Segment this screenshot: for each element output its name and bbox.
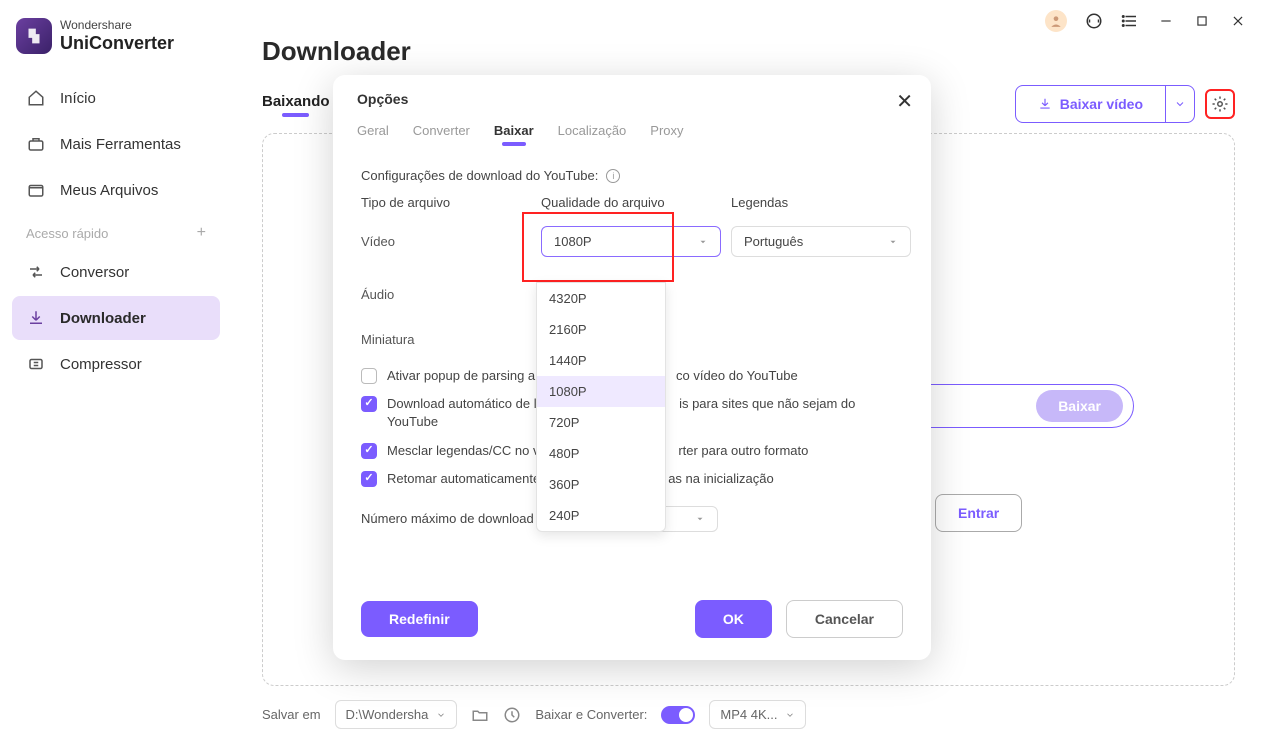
- download-button-label: Baixar vídeo: [1060, 96, 1143, 112]
- sidebar-item-label: Downloader: [60, 310, 146, 327]
- sidebar-item-label: Início: [60, 90, 96, 107]
- titlebar: [232, 0, 1265, 36]
- quick-access-label: Acesso rápido: [26, 226, 108, 241]
- row-video-label: Vídeo: [361, 234, 531, 249]
- format-value: MP4 4K...: [720, 707, 777, 722]
- sidebar-item-label: Conversor: [60, 264, 129, 281]
- section-title: Configurações de download do YouTube:: [361, 168, 598, 183]
- toolbox-icon: [26, 134, 46, 154]
- modal-title: Opções: [357, 91, 907, 107]
- bottom-bar: Salvar em D:\Wondersha Baixar e Converte…: [232, 686, 1265, 747]
- page-title: Downloader: [262, 36, 1235, 67]
- save-path-select[interactable]: D:\Wondersha: [335, 700, 458, 729]
- modal-tab-download[interactable]: Baixar: [494, 123, 534, 146]
- modal-tab-proxy[interactable]: Proxy: [650, 123, 683, 146]
- col-quality: Qualidade do arquivo: [541, 195, 721, 214]
- quality-option[interactable]: 720P: [537, 407, 665, 438]
- modal-tab-general[interactable]: Geral: [357, 123, 389, 146]
- checkbox-icon: [361, 471, 377, 487]
- logo-icon: [16, 18, 52, 54]
- tab-downloading[interactable]: Baixando: [262, 93, 330, 116]
- product-name: UniConverter: [60, 33, 174, 54]
- checkbox-icon: [361, 443, 377, 459]
- checkbox-icon: [361, 396, 377, 412]
- sidebar-item-label: Compressor: [60, 356, 142, 373]
- modal-close-button[interactable]: ✕: [896, 89, 913, 114]
- chevron-down-icon: [698, 237, 708, 247]
- checkbox-icon: [361, 368, 377, 384]
- menu-list-icon[interactable]: [1121, 12, 1139, 30]
- sidebar-item-compressor[interactable]: Compressor: [12, 342, 220, 386]
- convert-label: Baixar e Converter:: [535, 707, 647, 722]
- max-download-label: Número máximo de download: [361, 511, 534, 526]
- sidebar-item-label: Mais Ferramentas: [60, 136, 181, 153]
- video-quality-select[interactable]: 1080P: [541, 226, 721, 257]
- home-icon: [26, 88, 46, 108]
- video-quality-value: 1080P: [554, 234, 592, 249]
- download-dropdown-toggle[interactable]: [1165, 86, 1194, 122]
- cancel-button[interactable]: Cancelar: [786, 600, 903, 638]
- quality-option[interactable]: 4320P: [537, 283, 665, 314]
- app-logo: Wondershare UniConverter: [12, 18, 220, 54]
- sidebar-item-label: Meus Arquivos: [60, 182, 158, 199]
- save-label: Salvar em: [262, 707, 321, 722]
- compress-icon: [26, 354, 46, 374]
- sidebar-item-downloader[interactable]: Downloader: [12, 296, 220, 340]
- minimize-button[interactable]: [1157, 12, 1175, 30]
- save-path-value: D:\Wondersha: [346, 707, 429, 722]
- format-select[interactable]: MP4 4K...: [709, 700, 806, 729]
- subtitle-language-select[interactable]: Português: [731, 226, 911, 257]
- download-video-button[interactable]: Baixar vídeo: [1015, 85, 1195, 123]
- login-button[interactable]: Entrar: [935, 494, 1022, 532]
- info-icon[interactable]: i: [606, 169, 620, 183]
- convert-toggle[interactable]: [661, 706, 695, 724]
- quality-option[interactable]: 2160P: [537, 314, 665, 345]
- close-button[interactable]: [1229, 12, 1247, 30]
- modal-tabs: Geral Converter Baixar Localização Proxy: [333, 115, 931, 152]
- download-icon: [26, 308, 46, 328]
- chevron-down-icon: [785, 710, 795, 720]
- download-arrow-icon: [1038, 97, 1052, 111]
- brand-name: Wondershare: [60, 19, 174, 33]
- quality-option[interactable]: 360P: [537, 469, 665, 500]
- modal-tab-convert[interactable]: Converter: [413, 123, 470, 146]
- sidebar-item-files[interactable]: Meus Arquivos: [12, 168, 220, 212]
- options-modal: Opções ✕ Geral Converter Baixar Localiza…: [333, 75, 931, 660]
- settings-button[interactable]: [1205, 89, 1235, 119]
- quality-option[interactable]: 480P: [537, 438, 665, 469]
- go-download-button[interactable]: Baixar: [1036, 390, 1123, 422]
- quality-option[interactable]: 1440P: [537, 345, 665, 376]
- chevron-down-icon: [1174, 98, 1186, 110]
- chevron-down-icon: [888, 237, 898, 247]
- user-avatar[interactable]: [1045, 10, 1067, 32]
- folder-icon: [26, 180, 46, 200]
- convert-icon: [26, 262, 46, 282]
- ok-button[interactable]: OK: [695, 600, 772, 638]
- gear-icon: [1211, 95, 1229, 113]
- row-thumb-label: Miniatura: [361, 314, 531, 347]
- quick-access-header: Acesso rápido +: [12, 214, 220, 250]
- row-audio-label: Áudio: [361, 269, 531, 302]
- col-file-type: Tipo de arquivo: [361, 195, 531, 214]
- chevron-down-icon: [436, 710, 446, 720]
- sidebar: Wondershare UniConverter Início Mais Fer…: [0, 0, 232, 747]
- quality-option[interactable]: 240P: [537, 500, 665, 531]
- schedule-button[interactable]: [503, 706, 521, 724]
- quality-option[interactable]: 1080P: [537, 376, 665, 407]
- maximize-button[interactable]: [1193, 12, 1211, 30]
- subtitle-value: Português: [744, 234, 803, 249]
- sidebar-item-converter[interactable]: Conversor: [12, 250, 220, 294]
- chevron-down-icon: [695, 514, 705, 524]
- quality-dropdown: 4320P 2160P 1440P 1080P 720P 480P 360P 2…: [536, 282, 666, 532]
- sidebar-item-home[interactable]: Início: [12, 76, 220, 120]
- modal-tab-location[interactable]: Localização: [558, 123, 627, 146]
- open-folder-button[interactable]: [471, 706, 489, 724]
- add-quick-access-button[interactable]: +: [197, 224, 206, 242]
- sidebar-item-tools[interactable]: Mais Ferramentas: [12, 122, 220, 166]
- col-subs: Legendas: [731, 195, 911, 214]
- support-icon[interactable]: [1085, 12, 1103, 30]
- reset-button[interactable]: Redefinir: [361, 601, 478, 637]
